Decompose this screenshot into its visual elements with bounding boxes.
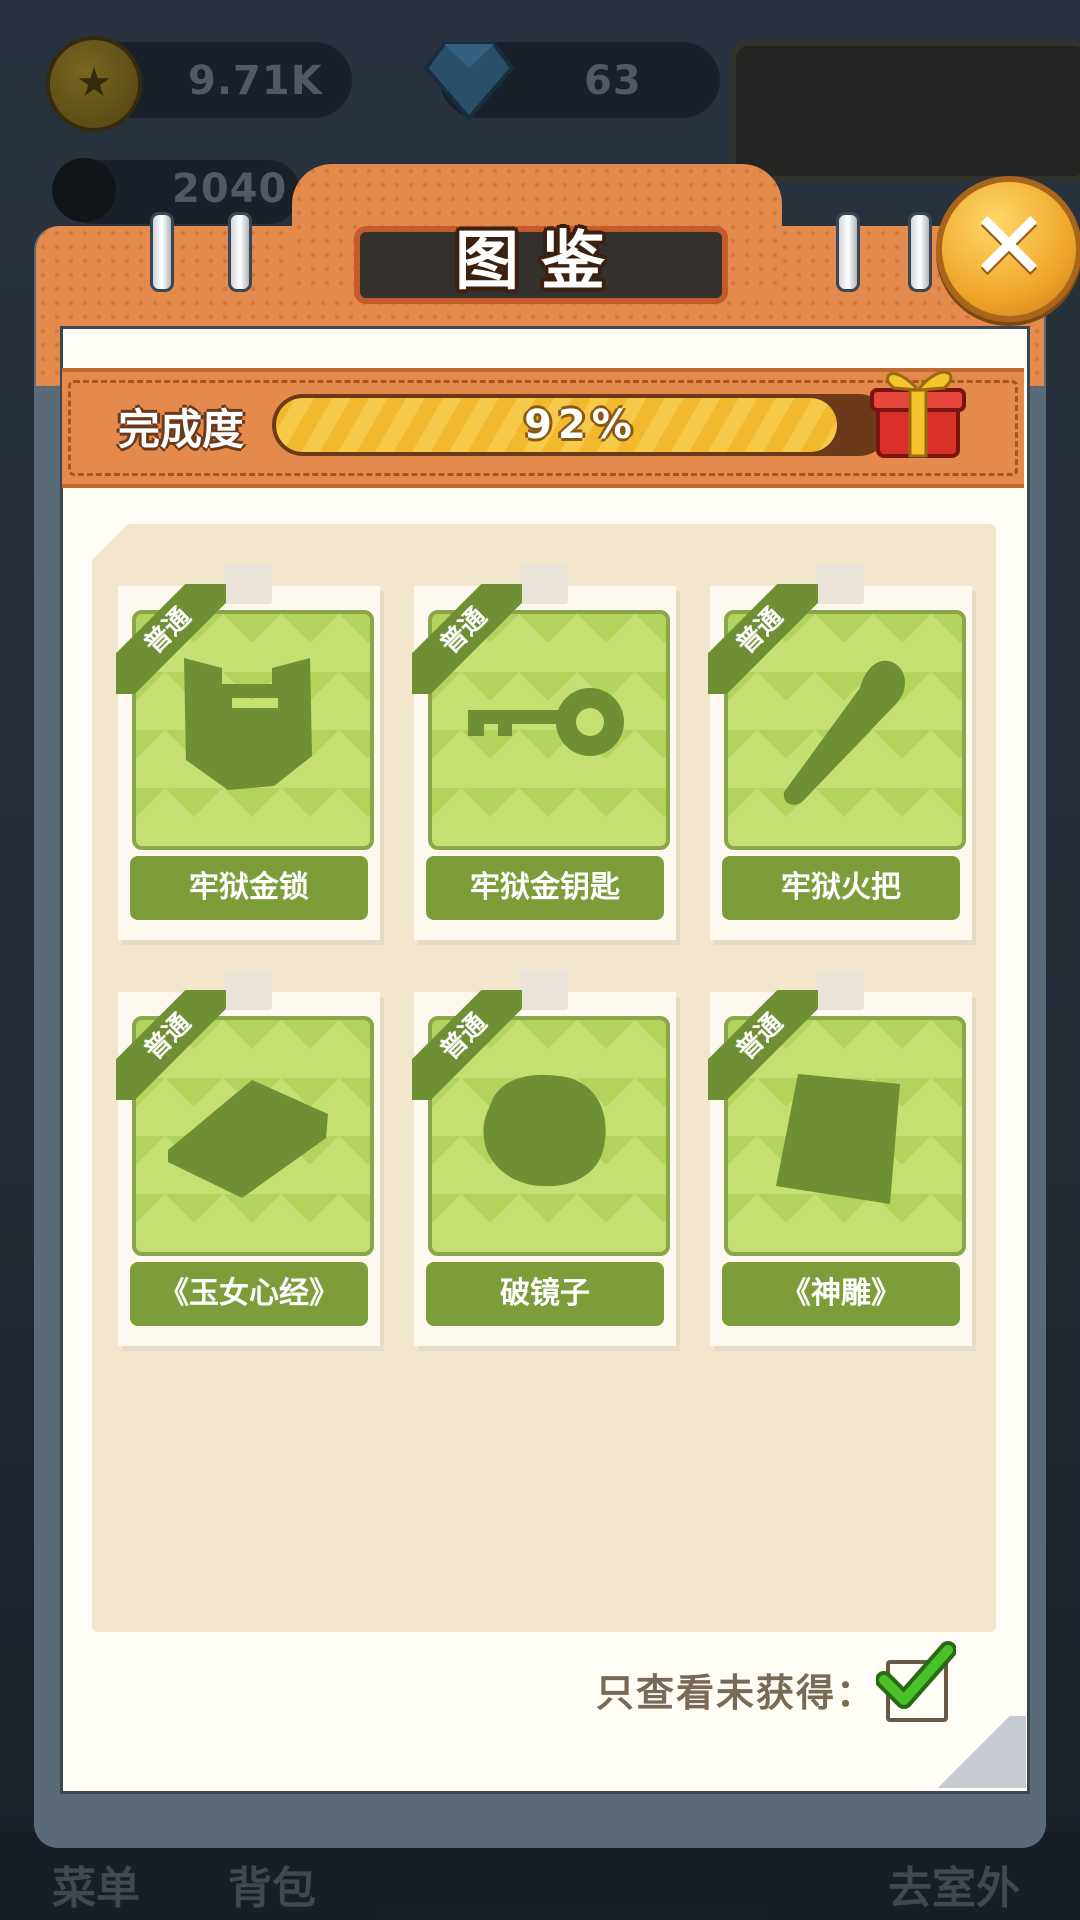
rarity-ribbon: 普通 [116,990,226,1100]
close-icon: ✕ [968,190,1050,302]
rarity-ribbon: 普通 [412,584,522,694]
collection-card[interactable]: 普通 《神雕》 [708,970,972,1346]
collection-card[interactable]: 普通 牢狱金锁 [116,564,380,940]
paper-clip [224,564,272,604]
rarity-ribbon: 普通 [708,584,818,694]
item-name: 牢狱火把 [722,856,960,920]
paper-clip [224,970,272,1010]
collection-card[interactable]: 普通 牢狱金钥匙 [412,564,676,940]
collection-card[interactable]: 普通 《玉女心经》 [116,970,380,1346]
binder-ring-icon [836,212,860,292]
progress-bar: 92% [272,394,890,456]
paper-clip [816,970,864,1010]
dialog-title: 图鉴 [455,225,627,299]
paper-clip [520,564,568,604]
item-name: 《神雕》 [722,1262,960,1326]
filter-label: 只查看未获得： [596,1671,877,1715]
paper-clip [520,970,568,1010]
item-name: 牢狱金钥匙 [426,856,664,920]
rarity-ribbon: 普通 [708,990,818,1100]
rarity-ribbon: 普通 [116,584,226,694]
item-name: 牢狱金锁 [130,856,368,920]
item-name: 《玉女心经》 [130,1262,368,1326]
page-corner-fold [922,1716,1026,1788]
progress-label: 完成度 [118,405,245,454]
progress-value: 92% [524,402,638,448]
paper-clip [816,564,864,604]
checkmark-icon [876,1641,956,1709]
collection-card[interactable]: 普通 破镜子 [412,970,676,1346]
gift-icon[interactable] [864,354,972,462]
item-name: 破镜子 [426,1262,664,1326]
rarity-ribbon: 普通 [412,990,522,1100]
binder-ring-icon [908,212,932,292]
binder-ring-icon [150,212,174,292]
binder-ring-icon [228,212,252,292]
close-button[interactable]: ✕ [936,176,1080,322]
collection-card[interactable]: 普通 牢狱火把 [708,564,972,940]
